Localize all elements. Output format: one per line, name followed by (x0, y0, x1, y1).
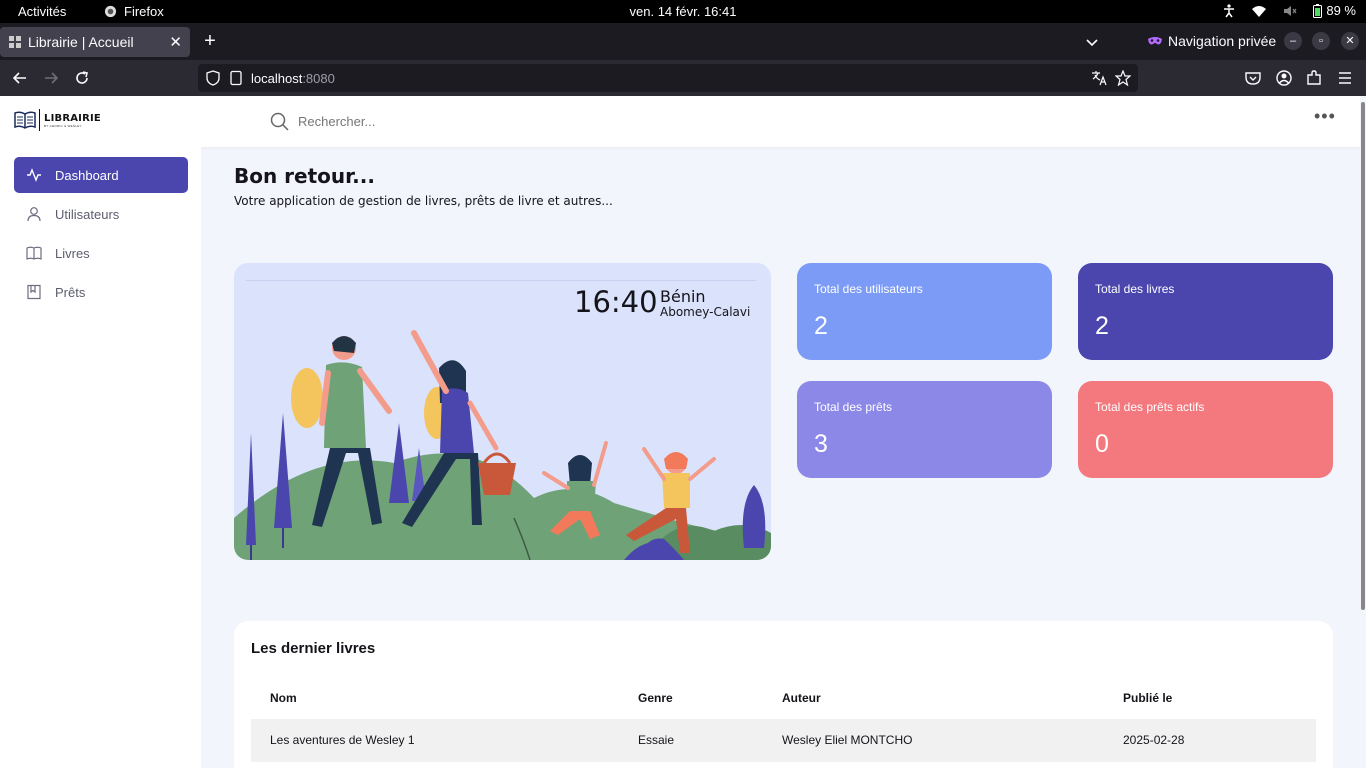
sidebar: Dashboard Utilisateurs Livres Prêts (0, 147, 201, 768)
app-name: Firefox (124, 4, 164, 19)
cell-name: Les aventures de Wesley 1 (270, 733, 415, 747)
url-host: localhost (251, 71, 303, 86)
sidebar-item-label: Prêts (55, 284, 86, 300)
translate-icon[interactable] (1091, 70, 1107, 86)
stat-card-active-loans[interactable]: Total des prêts actifs 0 (1078, 381, 1333, 478)
stat-card-users[interactable]: Total des utilisateurs 2 (797, 263, 1052, 360)
tab-close-icon[interactable]: ✕ (169, 33, 182, 51)
user-icon (27, 207, 41, 222)
sidebar-item-loans[interactable]: Prêts (14, 274, 188, 310)
cell-genre: Essaie (638, 733, 675, 747)
tab-title: Librairie | Accueil (28, 34, 134, 50)
app-menu[interactable]: Firefox (104, 4, 164, 19)
column-header-name[interactable]: Nom (270, 691, 297, 705)
latest-books-card: Les dernier livres Nom Genre Auteur Publ… (234, 621, 1333, 768)
stat-value: 2 (1095, 312, 1109, 340)
system-tray[interactable]: 89 % (1223, 3, 1356, 18)
private-mask-icon (1148, 37, 1162, 45)
browser-tab-active[interactable]: Librairie | Accueil ✕ (0, 27, 190, 57)
extensions-icon[interactable] (1305, 69, 1323, 87)
url-text[interactable]: localhost:8080 (251, 71, 335, 86)
back-arrow-icon[interactable] (11, 69, 29, 87)
activities-button[interactable]: Activités (18, 4, 66, 19)
stat-label: Total des utilisateurs (814, 282, 923, 296)
sidebar-item-dashboard[interactable]: Dashboard (14, 157, 188, 193)
pocket-icon[interactable] (1244, 69, 1262, 87)
family-hiking-illustration (234, 330, 771, 560)
search-input[interactable] (298, 114, 498, 129)
os-top-bar: Activités Firefox ven. 14 févr. 16:41 89… (0, 0, 1366, 23)
welcome-subtitle: Votre application de gestion de livres, … (234, 194, 613, 208)
stat-card-books[interactable]: Total des livres 2 (1078, 263, 1333, 360)
private-browsing-indicator: Navigation privée (1148, 33, 1276, 49)
restore-window-button[interactable]: ▫ (1312, 32, 1330, 50)
firefox-icon (104, 5, 117, 18)
search-bar (270, 112, 498, 131)
sidebar-item-users[interactable]: Utilisateurs (14, 196, 188, 232)
web-page: LIBRAIRIE BY CEDRIC & WESLEY ••• Dashboa… (0, 96, 1366, 768)
latest-books-title: Les dernier livres (251, 640, 376, 657)
sidebar-item-label: Dashboard (55, 167, 119, 183)
wifi-icon[interactable] (1251, 5, 1267, 17)
logo-tagline: BY CEDRIC & WESLEY (44, 123, 82, 128)
stat-label: Total des prêts actifs (1095, 400, 1205, 414)
battery-percentage: 89 % (1326, 3, 1356, 18)
minimize-window-button[interactable]: – (1284, 32, 1302, 50)
welcome-title: Bon retour... (234, 164, 375, 188)
shield-icon[interactable] (205, 70, 221, 86)
cell-author: Wesley Eliel MONTCHO (782, 733, 913, 747)
app-header: LIBRAIRIE BY CEDRIC & WESLEY ••• (0, 96, 1362, 147)
url-bar[interactable]: localhost:8080 (198, 64, 1138, 92)
account-icon[interactable] (1275, 69, 1293, 87)
more-options-icon[interactable]: ••• (1314, 106, 1336, 127)
accessibility-icon[interactable] (1223, 3, 1235, 18)
logo-text: LIBRAIRIE (44, 112, 101, 124)
open-book-logo-icon (14, 111, 36, 129)
cell-published: 2025-02-28 (1123, 733, 1185, 747)
private-browsing-label: Navigation privée (1168, 33, 1277, 49)
sidebar-item-label: Utilisateurs (55, 206, 120, 222)
column-header-genre[interactable]: Genre (638, 691, 673, 705)
browser-navigation-bar: localhost:8080 (0, 60, 1366, 96)
stat-value: 0 (1095, 430, 1109, 458)
hamburger-menu-icon[interactable] (1336, 69, 1354, 87)
forward-arrow-icon[interactable] (42, 69, 60, 87)
logo-divider (39, 109, 40, 131)
page-favicon-icon (9, 36, 21, 48)
column-header-published[interactable]: Publié le (1123, 691, 1172, 705)
stat-label: Total des livres (1095, 282, 1175, 296)
page-info-icon[interactable] (228, 70, 244, 86)
system-clock[interactable]: ven. 14 févr. 16:41 (0, 4, 1366, 19)
scrollbar-thumb[interactable] (1361, 102, 1365, 610)
new-tab-button[interactable]: + (200, 31, 220, 52)
close-window-button[interactable]: ✕ (1341, 32, 1359, 50)
list-all-tabs-icon[interactable] (1082, 35, 1102, 51)
page-scrollbar[interactable] (1360, 96, 1366, 768)
app-logo[interactable]: LIBRAIRIE BY CEDRIC & WESLEY (14, 109, 101, 131)
table-row[interactable]: Les aventures de Wesley 1 Essaie Wesley … (251, 719, 1316, 762)
hero-card: 16:40 Bénin Abomey-Calavi (234, 263, 771, 560)
volume-muted-icon[interactable] (1283, 5, 1297, 17)
battery-icon[interactable] (1313, 3, 1323, 18)
browser-tab-strip: Librairie | Accueil ✕ + Navigation privé… (0, 23, 1366, 60)
bookmark-icon (27, 284, 41, 300)
book-icon (26, 246, 42, 260)
search-icon (270, 112, 289, 131)
sidebar-item-books[interactable]: Livres (14, 235, 188, 271)
bookmark-star-icon[interactable] (1115, 70, 1131, 86)
sidebar-item-label: Livres (55, 245, 90, 261)
stat-value: 3 (814, 430, 828, 458)
stat-value: 2 (814, 312, 828, 340)
stat-card-loans[interactable]: Total des prêts 3 (797, 381, 1052, 478)
column-header-author[interactable]: Auteur (782, 691, 821, 705)
activity-icon (27, 168, 41, 182)
stat-label: Total des prêts (814, 400, 893, 414)
reload-icon[interactable] (73, 69, 91, 87)
url-port: :8080 (302, 71, 335, 86)
